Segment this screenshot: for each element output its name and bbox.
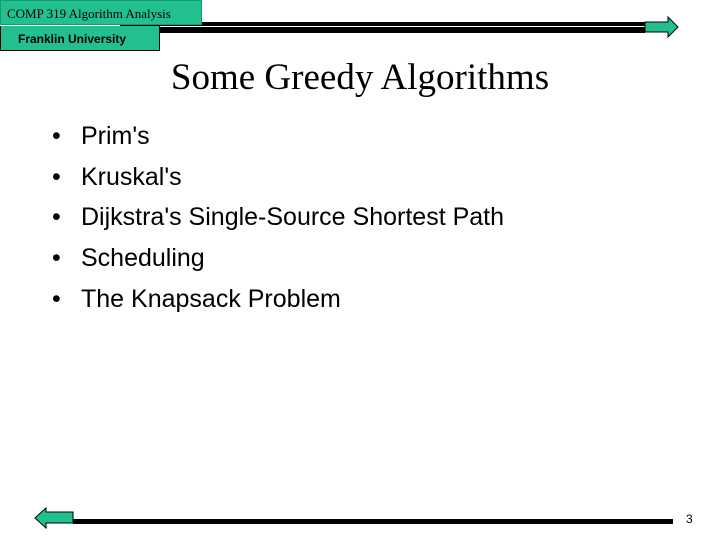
arrow-left-icon[interactable] [33,507,75,529]
list-item: • Scheduling [52,244,205,273]
university-label: Franklin University [0,26,160,51]
list-item: • Prim's [52,122,150,150]
page-number: 3 [686,512,693,526]
header-rule-highlight [130,26,645,27]
list-item: • The Knapsack Problem [52,284,341,313]
course-label: COMP 319 Algorithm Analysis [0,0,202,25]
footer-rule [73,519,673,524]
list-item: • Dijkstra's Single-Source Shortest Path [52,203,505,232]
slide-title: Some Greedy Algorithms [170,57,550,98]
arrow-right-icon[interactable] [644,16,680,38]
list-item: • Kruskal's [52,162,182,191]
bullet-list: • Prim's • Kruskal's • Dijkstra's Single-So… [52,116,504,319]
